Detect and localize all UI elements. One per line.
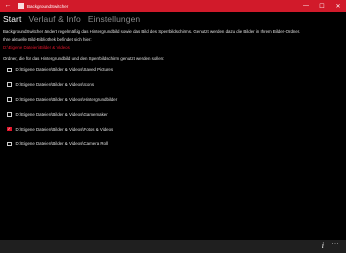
maximize-button[interactable]: ☐ [314, 0, 330, 12]
folder-list: D:\Eigene Dateien\Bilder & Videos\Saved … [7, 67, 339, 147]
folder-label: D:\Eigene Dateien\Bilder & Videos\Saved … [15, 67, 114, 73]
checkbox-fotos-videos[interactable] [7, 126, 12, 132]
app-icon [18, 3, 24, 9]
back-arrow-icon[interactable]: ← [0, 0, 16, 12]
library-path-link[interactable]: D:\Eigene Dateien\Bilder & Videos [3, 45, 339, 51]
folder-item-hintergrundbilder[interactable]: D:\Eigene Dateien\Bilder & Videos\Hinter… [7, 96, 339, 102]
folder-label: D:\Eigene Dateien\Bilder & Videos\Hinter… [15, 96, 118, 102]
folder-item-camera-roll[interactable]: D:\Eigene Dateien\Bilder & Videos\Camera… [7, 141, 339, 147]
folder-label: D:\Eigene Dateien\Bilder & Videos\Fotos … [15, 126, 114, 132]
tab-start[interactable]: Start [3, 14, 21, 24]
start-page-content: BackgroundSwitcher ändert regelmäßig das… [3, 29, 339, 156]
app-description: BackgroundSwitcher ändert regelmäßig das… [3, 29, 301, 34]
app-bar: i ··· [0, 240, 346, 253]
folder-item-icons[interactable]: D:\Eigene Dateien\Bilder & Videos\Icons [7, 82, 339, 88]
folder-label: D:\Eigene Dateien\Bilder & Videos\Icons [15, 82, 95, 88]
folder-item-gamemaker[interactable]: D:\Eigene Dateien\Bilder & Videos\Gamema… [7, 111, 339, 117]
checkbox-gamemaker[interactable] [7, 112, 12, 117]
close-button[interactable]: ✕ [330, 0, 346, 12]
folder-item-saved-pictures[interactable]: D:\Eigene Dateien\Bilder & Videos\Saved … [7, 67, 339, 73]
window-title: BackgroundSwitcher [27, 3, 69, 9]
window-controls: — ☐ ✕ [298, 0, 346, 12]
checkbox-icons[interactable] [7, 82, 12, 87]
folder-selection-prompt: Ordner, die für das Hintergrundbild und … [3, 56, 165, 62]
library-path-label: Ihre aktuelle Bild-Bibliothek befindet s… [3, 37, 92, 43]
folder-label: D:\Eigene Dateien\Bilder & Videos\Camera… [15, 141, 108, 147]
checkbox-saved-pictures[interactable] [7, 67, 12, 73]
tab-einstellungen[interactable]: Einstellungen [88, 14, 140, 24]
minimize-button[interactable]: — [298, 0, 314, 12]
more-options-icon[interactable]: ··· [332, 241, 340, 247]
info-icon[interactable]: i [322, 241, 324, 250]
title-bar: ← BackgroundSwitcher — ☐ ✕ [0, 0, 346, 12]
checkbox-hintergrundbilder[interactable] [7, 97, 12, 102]
folder-item-fotos-videos[interactable]: D:\Eigene Dateien\Bilder & Videos\Fotos … [7, 126, 339, 132]
tab-verlauf-info[interactable]: Verlauf & Info [28, 14, 80, 24]
folder-label: D:\Eigene Dateien\Bilder & Videos\Gamema… [15, 111, 108, 117]
tab-bar: Start Verlauf & Info Einstellungen [3, 14, 140, 24]
checkbox-camera-roll[interactable] [7, 141, 12, 147]
